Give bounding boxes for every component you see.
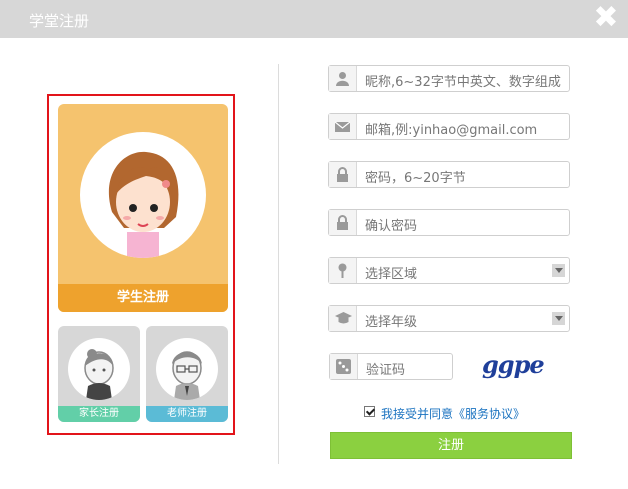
confirm-password-placeholder: 确认密码 [365, 219, 418, 234]
grade-select[interactable]: 选择年级 [328, 305, 570, 332]
grade-selected-value: 选择年级 [365, 315, 418, 330]
location-pin-icon [329, 258, 357, 283]
region-select[interactable]: 选择区域 [328, 257, 570, 284]
parent-avatar [68, 338, 130, 400]
mail-icon [329, 114, 357, 139]
close-icon[interactable]: ✖ [591, 3, 621, 33]
user-icon [329, 66, 357, 91]
captcha-placeholder: 验证码 [366, 363, 406, 378]
nickname-placeholder: 昵称,6~32字节中英文、数字组成 [365, 75, 561, 90]
chevron-down-icon[interactable] [552, 312, 565, 325]
agree-terms-link[interactable]: 我接受并同意《服务协议》 [381, 405, 525, 422]
teacher-role-card[interactable]: 老师注册 [146, 326, 228, 422]
lock-icon [329, 162, 357, 187]
parent-register-label: 家长注册 [58, 406, 140, 422]
agree-checkbox[interactable] [364, 406, 375, 417]
title-bar: 学堂注册 ✖ [0, 0, 628, 38]
password-placeholder: 密码，6~20字节 [365, 171, 466, 186]
captcha-field[interactable]: 验证码 [329, 353, 453, 380]
teacher-avatar-icon [172, 351, 202, 400]
email-placeholder: 邮箱,例:yinhao@gmail.com [365, 123, 538, 138]
graduation-cap-icon [329, 306, 357, 331]
region-selected-value: 选择区域 [365, 267, 418, 282]
student-role-card[interactable]: 学生注册 [58, 104, 228, 312]
email-field[interactable]: 邮箱,例:yinhao@gmail.com [328, 113, 570, 140]
parent-avatar-icon [84, 349, 114, 400]
nickname-field[interactable]: 昵称,6~32字节中英文、数字组成 [328, 65, 570, 92]
student-avatar [80, 132, 206, 258]
confirm-password-field[interactable]: 确认密码 [328, 209, 570, 236]
student-avatar-icon [108, 151, 179, 258]
dice-icon [330, 354, 358, 379]
password-field[interactable]: 密码，6~20字节 [328, 161, 570, 188]
lock-icon [329, 210, 357, 235]
teacher-avatar [156, 338, 218, 400]
chevron-down-icon[interactable] [552, 264, 565, 277]
divider [278, 64, 279, 464]
register-button[interactable]: 注册 [330, 432, 572, 459]
window-title: 学堂注册 [29, 12, 90, 30]
parent-role-card[interactable]: 家长注册 [58, 326, 140, 422]
student-register-label: 学生注册 [58, 284, 228, 312]
teacher-register-label: 老师注册 [146, 406, 228, 422]
captcha-image[interactable]: ggpe [482, 350, 545, 379]
